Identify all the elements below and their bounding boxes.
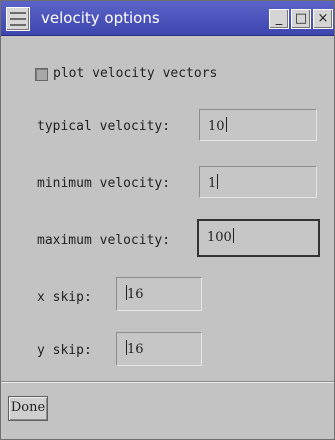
text-caret	[232, 228, 234, 243]
window-menu-icon[interactable]	[6, 7, 30, 31]
maximize-button[interactable]: □	[291, 9, 311, 29]
x-skip-input[interactable]: 16	[116, 277, 202, 311]
y-skip-label: y skip:	[37, 343, 92, 358]
maximum-velocity-value: 100	[207, 230, 232, 245]
minimize-button[interactable]: _	[269, 9, 289, 29]
title-bar[interactable]: velocity options _ □ ×	[1, 1, 334, 36]
minimum-velocity-label: minimum velocity:	[37, 176, 171, 191]
y-skip-value: 16	[127, 342, 144, 357]
plot-velocity-vectors-checkbox[interactable]	[35, 68, 48, 81]
text-caret	[217, 174, 219, 189]
plot-velocity-vectors-label: plot velocity vectors	[53, 66, 218, 81]
maximum-velocity-label: maximum velocity:	[37, 233, 171, 248]
typical-velocity-input[interactable]: 10	[199, 109, 317, 141]
x-skip-value: 16	[127, 287, 144, 302]
velocity-options-window: velocity options _ □ × plot velocity vec…	[0, 0, 335, 440]
separator	[1, 381, 334, 383]
y-skip-input[interactable]: 16	[116, 332, 202, 366]
minimum-velocity-input[interactable]: 1	[199, 166, 317, 198]
close-button[interactable]: ×	[313, 9, 333, 29]
typical-velocity-label: typical velocity:	[37, 119, 171, 134]
done-button[interactable]: Done	[8, 396, 48, 421]
minimum-velocity-value: 1	[208, 176, 217, 191]
window-title: velocity options	[41, 9, 160, 27]
x-skip-label: x skip:	[37, 290, 92, 305]
text-caret	[225, 117, 227, 132]
maximum-velocity-input[interactable]: 100	[197, 219, 320, 257]
typical-velocity-value: 10	[208, 119, 225, 134]
